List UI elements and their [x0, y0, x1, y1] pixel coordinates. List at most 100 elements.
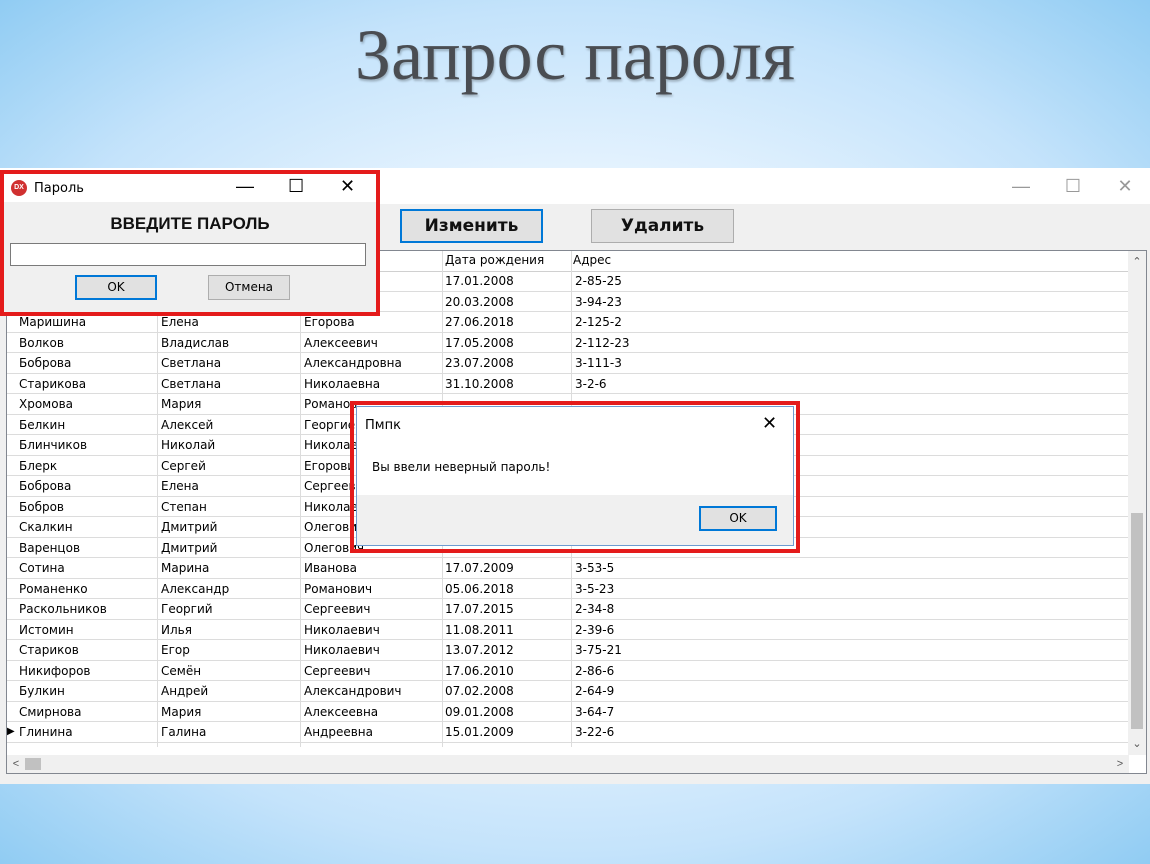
- cell-address[interactable]: 2-34-8: [575, 602, 614, 616]
- delete-button[interactable]: Удалить: [591, 209, 734, 243]
- cell-name[interactable]: Егор: [161, 643, 190, 657]
- cell-name[interactable]: Дмитрий: [161, 520, 217, 534]
- minimize-icon[interactable]: —: [236, 176, 254, 197]
- password-input[interactable]: [10, 243, 366, 266]
- cell-patronymic[interactable]: Егорови: [304, 459, 355, 473]
- table-row[interactable]: Булкин Андрей Александрович 07.02.2008 2-64-…: [7, 681, 1129, 702]
- cell-name[interactable]: Светлана: [161, 377, 221, 391]
- cell-surname[interactable]: Старикова: [19, 377, 86, 391]
- table-row[interactable]: Глинина Галина Андреевна 15.01.2009 3-22-6 ▶: [7, 722, 1129, 743]
- cell-surname[interactable]: Никифоров: [19, 664, 91, 678]
- cell-surname[interactable]: Раскольников: [19, 602, 107, 616]
- cell-surname[interactable]: Хромова: [19, 397, 73, 411]
- cell-patronymic[interactable]: Александрович: [304, 684, 402, 698]
- cell-name[interactable]: Андрей: [161, 684, 208, 698]
- cell-name[interactable]: Светлана: [161, 356, 221, 370]
- cell-name[interactable]: Николай: [161, 438, 215, 452]
- column-header-address[interactable]: Адрес: [573, 253, 611, 267]
- cell-name[interactable]: Елена: [161, 479, 199, 493]
- cell-patronymic[interactable]: Егорова: [304, 315, 355, 329]
- table-row[interactable]: Раскольников Георгий Сергеевич 17.07.2015 2-…: [7, 599, 1129, 620]
- scroll-up-icon[interactable]: ⌃: [1128, 253, 1146, 271]
- cell-surname[interactable]: Белкин: [19, 418, 65, 432]
- cell-surname[interactable]: Боброва: [19, 479, 71, 493]
- cell-patronymic[interactable]: Алексеевич: [304, 336, 378, 350]
- cell-address[interactable]: 3-53-5: [575, 561, 614, 575]
- cell-address[interactable]: 3-2-6: [575, 377, 607, 391]
- cell-address[interactable]: 3-22-6: [575, 725, 614, 739]
- cell-birthdate[interactable]: 20.03.2008: [445, 295, 514, 309]
- cell-address[interactable]: 3-64-7: [575, 705, 614, 719]
- table-row[interactable]: Истомин Илья Николаевич 11.08.2011 2-39-6: [7, 620, 1129, 640]
- cell-name[interactable]: Степан: [161, 500, 207, 514]
- cell-birthdate[interactable]: 11.08.2011: [445, 623, 514, 637]
- cell-name[interactable]: Дмитрий: [161, 541, 217, 555]
- scroll-thumb[interactable]: [1131, 513, 1143, 729]
- cell-address[interactable]: 3-111-3: [575, 356, 622, 370]
- table-row[interactable]: Стариков Егор Николаевич 13.07.2012 3-75-21: [7, 640, 1129, 661]
- cell-address[interactable]: 3-5-23: [575, 582, 614, 596]
- cell-birthdate[interactable]: 23.07.2008: [445, 356, 514, 370]
- cell-birthdate[interactable]: 09.01.2008: [445, 705, 514, 719]
- scroll-down-icon[interactable]: ⌄: [1128, 735, 1146, 753]
- cell-address[interactable]: 3-75-21: [575, 643, 622, 657]
- table-row[interactable]: Романенко Александр Романович 05.06.2018 3-5…: [7, 579, 1129, 599]
- cell-surname[interactable]: Блинчиков: [19, 438, 87, 452]
- table-row[interactable]: Старикова Светлана Николаевна 31.10.2008 3-2…: [7, 374, 1129, 394]
- cell-surname[interactable]: Маришина: [19, 315, 86, 329]
- cell-name[interactable]: Александр: [161, 582, 229, 596]
- cell-name[interactable]: Сергей: [161, 459, 206, 473]
- cell-name[interactable]: Елена: [161, 315, 199, 329]
- close-icon[interactable]: ✕: [1102, 168, 1148, 204]
- scroll-right-icon[interactable]: >: [1111, 755, 1129, 773]
- vertical-scrollbar[interactable]: ⌃ ⌄: [1128, 251, 1146, 755]
- cell-address[interactable]: 2-64-9: [575, 684, 614, 698]
- cell-surname[interactable]: Стариков: [19, 643, 79, 657]
- cell-surname[interactable]: Смирнова: [19, 705, 81, 719]
- cell-surname[interactable]: Волков: [19, 336, 64, 350]
- cell-address[interactable]: 3-94-23: [575, 295, 622, 309]
- cell-birthdate[interactable]: 17.01.2008: [445, 274, 514, 288]
- cell-surname[interactable]: Сотина: [19, 561, 65, 575]
- password-cancel-button[interactable]: Отмена: [208, 275, 290, 300]
- cell-address[interactable]: 2-39-6: [575, 623, 614, 637]
- cell-birthdate[interactable]: 05.06.2018: [445, 582, 514, 596]
- cell-name[interactable]: Мария: [161, 705, 201, 719]
- edit-button[interactable]: Изменить: [400, 209, 543, 243]
- cell-address[interactable]: 2-85-25: [575, 274, 622, 288]
- scroll-left-icon[interactable]: <: [7, 755, 25, 773]
- hscroll-thumb[interactable]: [25, 758, 41, 770]
- cell-birthdate[interactable]: 15.01.2009: [445, 725, 514, 739]
- cell-patronymic[interactable]: Александровна: [304, 356, 402, 370]
- minimize-icon[interactable]: —: [998, 168, 1044, 204]
- cell-surname[interactable]: Бобров: [19, 500, 64, 514]
- cell-surname[interactable]: Скалкин: [19, 520, 73, 534]
- cell-patronymic[interactable]: Николаевич: [304, 643, 380, 657]
- cell-patronymic[interactable]: Николаевич: [304, 623, 380, 637]
- cell-patronymic[interactable]: Сергеевич: [304, 602, 370, 616]
- cell-patronymic[interactable]: Андреевна: [304, 725, 373, 739]
- close-icon[interactable]: ✕: [762, 413, 777, 434]
- table-row[interactable]: Волков Владислав Алексеевич 17.05.2008 2-112…: [7, 333, 1129, 353]
- cell-birthdate[interactable]: 17.07.2009: [445, 561, 514, 575]
- cell-name[interactable]: Марина: [161, 561, 209, 575]
- cell-patronymic[interactable]: Сергеев: [304, 479, 356, 493]
- cell-patronymic[interactable]: Алексеевна: [304, 705, 378, 719]
- table-row[interactable]: Никифоров Семён Сергеевич 17.06.2010 2-86-6: [7, 661, 1129, 681]
- cell-address[interactable]: 2-112-23: [575, 336, 629, 350]
- horizontal-scrollbar[interactable]: < >: [7, 755, 1129, 773]
- cell-birthdate[interactable]: 13.07.2012: [445, 643, 514, 657]
- cell-surname[interactable]: Булкин: [19, 684, 65, 698]
- cell-address[interactable]: 2-125-2: [575, 315, 622, 329]
- cell-name[interactable]: Мария: [161, 397, 201, 411]
- cell-birthdate[interactable]: 07.02.2008: [445, 684, 514, 698]
- cell-name[interactable]: Алексей: [161, 418, 213, 432]
- cell-address[interactable]: 2-86-6: [575, 664, 614, 678]
- cell-patronymic[interactable]: Сергеевич: [304, 664, 370, 678]
- error-ok-button[interactable]: OK: [699, 506, 777, 531]
- cell-name[interactable]: Илья: [161, 623, 192, 637]
- cell-patronymic[interactable]: Иванова: [304, 561, 357, 575]
- cell-surname[interactable]: Глинина: [19, 725, 73, 739]
- cell-patronymic[interactable]: Николаевна: [304, 377, 380, 391]
- cell-name[interactable]: Георгий: [161, 602, 213, 616]
